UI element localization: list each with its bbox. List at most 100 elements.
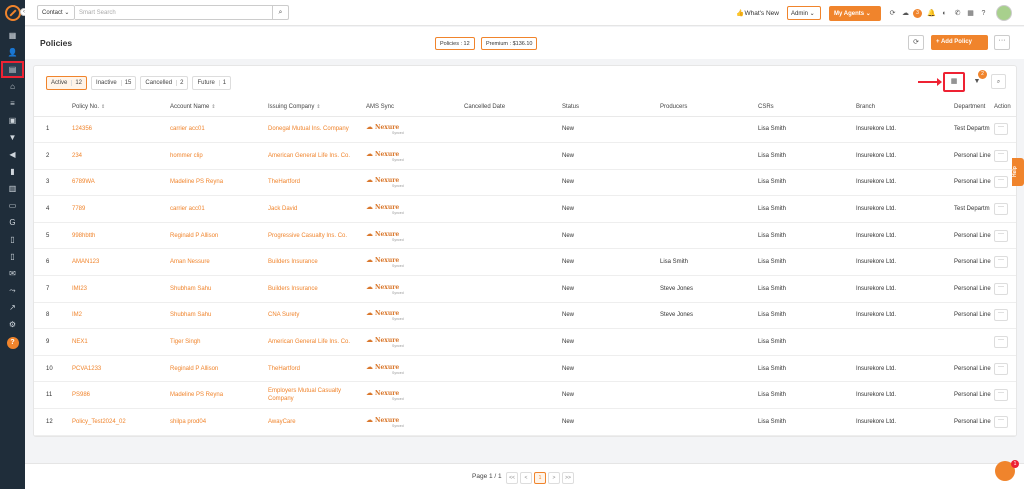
google-icon[interactable]: G — [0, 214, 25, 231]
filter-tab-cancelled[interactable]: Cancelled 2 — [140, 76, 189, 90]
policy-number-link[interactable]: 124356 — [72, 116, 170, 144]
table-row[interactable]: 9 NEX1 Tiger Singh American General Life In… — [34, 328, 1016, 356]
account-name-link[interactable]: carrier acc01 — [170, 195, 268, 223]
column-header[interactable]: Department — [954, 99, 994, 117]
filter-tab-inactive[interactable]: Inactive 15 — [91, 76, 137, 90]
issuing-company-link[interactable]: AwayCare — [268, 408, 366, 436]
column-header[interactable]: Action — [994, 99, 1016, 117]
row-actions-icon[interactable]: ··· — [994, 309, 1008, 322]
column-header[interactable]: Policy No. ⇕ — [72, 99, 170, 117]
help-tab[interactable]: Help — [1012, 158, 1024, 186]
my-agents-button[interactable]: My Agents ⌄ — [829, 5, 881, 21]
table-row[interactable]: 7 IMI23 Shubham Sahu Builders Insurance ☁ Nex… — [34, 275, 1016, 303]
issuing-company-link[interactable]: American General Life Ins. Co. — [268, 328, 366, 356]
whats-new-link[interactable]: 👍What's New — [736, 9, 779, 17]
analytics-icon[interactable]: ↗ — [0, 299, 25, 316]
policy-number-link[interactable]: 998hbtth — [72, 222, 170, 250]
issuing-company-link[interactable]: Progressive Casualty Ins. Co. — [268, 222, 366, 250]
account-name-link[interactable]: Tiger Singh — [170, 328, 268, 356]
row-actions-icon[interactable]: ··· — [994, 362, 1008, 375]
policy-number-link[interactable]: IM2 — [72, 302, 170, 330]
issuing-company-link[interactable]: Employers Mutual Casualty Company — [268, 381, 366, 410]
notification-count-badge[interactable]: 3 — [913, 8, 922, 18]
column-header[interactable]: Producers — [660, 99, 758, 117]
issuing-company-link[interactable]: CNA Surety — [268, 302, 366, 330]
users-icon[interactable]: 👤 — [0, 44, 25, 61]
route-icon[interactable]: ⤳ — [0, 282, 25, 299]
issuing-company-link[interactable]: American General Life Ins. Co. — [268, 142, 366, 170]
avatar[interactable] — [996, 5, 1012, 21]
column-header[interactable]: Status — [562, 99, 660, 117]
more-options-icon[interactable]: ··· — [994, 35, 1010, 50]
sort-icon[interactable]: ⇕ — [316, 104, 320, 110]
policy-number-link[interactable]: PS986 — [72, 381, 170, 410]
context-select[interactable]: Contact ⌄ — [37, 5, 75, 20]
account-name-link[interactable]: carrier acc01 — [170, 116, 268, 144]
table-row[interactable]: 2 234 hommer clip American General Life Ins… — [34, 142, 1016, 170]
issuing-company-link[interactable]: Donegal Mutual Ins. Company — [268, 116, 366, 144]
account-name-link[interactable]: Shubham Sahu — [170, 275, 268, 303]
bell-icon[interactable]: 🔔 — [926, 9, 937, 17]
phone-icon[interactable]: ✆ — [952, 9, 963, 17]
row-actions-icon[interactable]: ··· — [994, 256, 1008, 269]
account-name-link[interactable]: Reginald P Allison — [170, 222, 268, 250]
dashboard-icon[interactable]: ▦ — [0, 27, 25, 44]
account-name-link[interactable]: Madeline PS Reyna — [170, 169, 268, 197]
policy-number-link[interactable]: IMI23 — [72, 275, 170, 303]
row-actions-icon[interactable]: ··· — [994, 415, 1008, 428]
policy-number-link[interactable]: AMAN123 — [72, 248, 170, 277]
table-row[interactable]: 12 Policy_Test2024_02 shilpa prod04 AwayCar… — [34, 408, 1016, 436]
add-policy-button[interactable]: + Add Policy — [931, 35, 988, 50]
account-name-link[interactable]: shilpa prod04 — [170, 408, 268, 436]
account-name-link[interactable]: Shubham Sahu — [170, 302, 268, 330]
policy-number-link[interactable]: Policy_Test2024_02 — [72, 408, 170, 436]
table-row[interactable]: 3 6789WA Madeline PS Reyna TheHartford ☁ Nexu… — [34, 169, 1016, 197]
table-row[interactable]: 11 PS986 Madeline PS Reyna Employers Mutual… — [34, 381, 1016, 410]
issuing-company-link[interactable]: TheHartford — [268, 169, 366, 197]
issuing-company-link[interactable]: Builders Insurance — [268, 248, 366, 277]
search-icon[interactable]: ⌕ — [273, 5, 289, 20]
table-search-icon[interactable]: ⌕ — [991, 74, 1006, 89]
policy-number-link[interactable]: NEX1 — [72, 328, 170, 356]
table-row[interactable]: 5 998hbtth Reginald P Allison Progressive C… — [34, 222, 1016, 250]
next-page-button[interactable]: > — [548, 472, 560, 484]
first-page-button[interactable]: << — [506, 472, 518, 484]
column-header[interactable]: Branch — [856, 99, 954, 117]
table-row[interactable]: 6 AMAN123 Aman Nessure Builders Insurance ☁ N… — [34, 248, 1016, 277]
issuing-company-link[interactable]: TheHartford — [268, 355, 366, 383]
megaphone-icon[interactable]: ◀ — [0, 146, 25, 163]
table-row[interactable]: 8 IM2 Shubham Sahu CNA Surety ☁ Nexure Synced N… — [34, 302, 1016, 330]
column-header[interactable]: Account Name ⇕ — [170, 99, 268, 117]
refresh-icon[interactable]: ⟳ — [908, 35, 924, 50]
chat-icon[interactable]: ◐ — [939, 10, 950, 17]
gear-icon[interactable]: ⚙ — [0, 316, 25, 333]
filter-tab-future[interactable]: Future 1 — [192, 76, 232, 90]
sort-icon[interactable]: ⇕ — [101, 104, 105, 110]
admin-select[interactable]: Admin ⌄ — [787, 6, 821, 20]
row-actions-icon[interactable]: ··· — [994, 123, 1008, 136]
help-circle-icon[interactable]: ? — [978, 10, 989, 17]
row-actions-icon[interactable]: ··· — [994, 389, 1008, 402]
row-actions-icon[interactable]: ··· — [994, 149, 1008, 162]
list-icon[interactable]: ≡ — [0, 95, 25, 112]
help-icon[interactable]: ? — [6, 337, 19, 349]
row-actions-icon[interactable]: ··· — [994, 203, 1008, 216]
account-name-link[interactable]: Madeline PS Reyna — [170, 381, 268, 410]
document-icon[interactable]: ▯ — [0, 231, 25, 248]
clipboard-icon[interactable]: ▯ — [0, 248, 25, 265]
row-actions-icon[interactable]: ··· — [994, 229, 1008, 242]
sync-icon[interactable]: ⟳ — [887, 9, 898, 17]
row-actions-icon[interactable]: ··· — [994, 176, 1008, 189]
row-actions-icon[interactable]: ··· — [994, 336, 1008, 349]
current-page-button[interactable]: 1 — [534, 472, 546, 484]
book-icon[interactable]: ▮ — [0, 163, 25, 180]
filter-tab-active[interactable]: Active 12 — [46, 76, 88, 90]
last-page-button[interactable]: >> — [562, 472, 574, 484]
table-row[interactable]: 10 PCVA1233 Reginald P Allison TheHartford ☁… — [34, 355, 1016, 383]
policy-icon[interactable]: ▤ — [1, 61, 24, 78]
column-header[interactable]: AMS Sync — [366, 99, 464, 117]
column-header[interactable]: Cancelled Date — [464, 99, 562, 117]
policy-number-link[interactable]: PCVA1233 — [72, 355, 170, 383]
policy-number-link[interactable]: 6789WA — [72, 169, 170, 197]
row-actions-icon[interactable]: ··· — [994, 282, 1008, 295]
